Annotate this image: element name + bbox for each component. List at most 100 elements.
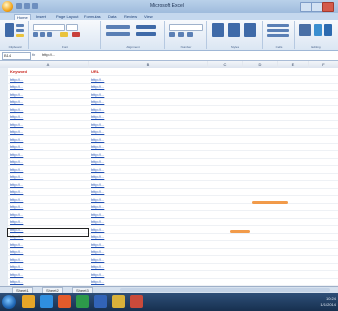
- cell-b[interactable]: http://...: [91, 203, 205, 210]
- cell-a[interactable]: http://...: [10, 136, 86, 143]
- chrome-icon[interactable]: [130, 295, 143, 308]
- ie-icon[interactable]: [40, 295, 53, 308]
- formula-input[interactable]: http://...: [42, 52, 55, 57]
- cell-b[interactable]: http://...: [91, 263, 205, 270]
- delete-cells-icon[interactable]: [267, 29, 289, 32]
- cell-b[interactable]: http://...: [91, 233, 205, 240]
- cell-a[interactable]: http://...: [10, 241, 86, 248]
- find-select-icon[interactable]: [324, 24, 332, 36]
- format-as-table-icon[interactable]: [228, 23, 240, 37]
- cell-a[interactable]: http://...: [10, 218, 86, 225]
- cell-b[interactable]: http://...: [91, 256, 205, 263]
- cell-b[interactable]: http://...: [91, 211, 205, 218]
- cell-a[interactable]: http://...: [10, 83, 86, 90]
- cell-b[interactable]: http://...: [91, 241, 205, 248]
- font-color-icon[interactable]: [72, 32, 80, 37]
- sort-filter-icon[interactable]: [314, 24, 322, 36]
- cell-b[interactable]: http://...: [91, 128, 205, 135]
- underline-icon[interactable]: [47, 32, 52, 37]
- cell-b[interactable]: http://...: [91, 196, 205, 203]
- fx-icon[interactable]: fx: [32, 52, 35, 57]
- cell-b[interactable]: http://...: [91, 121, 205, 128]
- cell-b[interactable]: http://...: [91, 188, 205, 195]
- cell-a[interactable]: http://...: [10, 151, 86, 158]
- cell-b[interactable]: http://...: [91, 218, 205, 225]
- excel-icon[interactable]: [76, 295, 89, 308]
- office-button[interactable]: [2, 1, 13, 12]
- percent-icon[interactable]: [178, 32, 184, 37]
- cell-a[interactable]: http://...: [10, 128, 86, 135]
- cell-a[interactable]: http://...: [10, 181, 86, 188]
- header-cell-a[interactable]: Keyword: [10, 68, 86, 75]
- selected-cell[interactable]: [7, 228, 89, 237]
- bold-icon[interactable]: [33, 32, 38, 37]
- cell-a[interactable]: http://...: [10, 248, 86, 255]
- spreadsheet-grid[interactable]: Keyword URL http://... http://... http://.…: [8, 68, 338, 294]
- merge-center-icon[interactable]: [136, 32, 156, 36]
- align-top-icon[interactable]: [106, 25, 130, 29]
- undo-icon[interactable]: [24, 3, 30, 9]
- italic-icon[interactable]: [40, 32, 45, 37]
- cell-a[interactable]: http://...: [10, 196, 86, 203]
- media-icon[interactable]: [58, 295, 71, 308]
- currency-icon[interactable]: [169, 32, 175, 37]
- cell-b[interactable]: http://...: [91, 271, 205, 278]
- cell-b[interactable]: http://...: [91, 143, 205, 150]
- conditional-formatting-icon[interactable]: [212, 23, 224, 37]
- horizontal-scrollbar[interactable]: [120, 288, 330, 292]
- cell-b[interactable]: http://...: [91, 83, 205, 90]
- cell-b[interactable]: http://...: [91, 76, 205, 83]
- cell-b[interactable]: http://...: [91, 113, 205, 120]
- header-cell-b[interactable]: URL: [91, 68, 205, 75]
- explorer-icon[interactable]: [22, 295, 35, 308]
- cell-b[interactable]: http://...: [91, 166, 205, 173]
- cell-b[interactable]: http://...: [91, 106, 205, 113]
- system-tray[interactable]: 10:24 1/1/2014: [320, 296, 336, 308]
- close-button[interactable]: [322, 2, 334, 12]
- cell-a[interactable]: http://...: [10, 173, 86, 180]
- cell-b[interactable]: http://...: [91, 181, 205, 188]
- folder-icon[interactable]: [112, 295, 125, 308]
- cell-a[interactable]: http://...: [10, 188, 86, 195]
- cell-a[interactable]: http://...: [10, 91, 86, 98]
- cell-a[interactable]: http://...: [10, 113, 86, 120]
- cell-a[interactable]: http://...: [10, 106, 86, 113]
- cell-b[interactable]: http://...: [91, 278, 205, 285]
- font-name-select[interactable]: [33, 24, 65, 31]
- start-orb-icon[interactable]: [2, 295, 16, 309]
- cell-a[interactable]: http://...: [10, 203, 86, 210]
- cell-a[interactable]: http://...: [10, 278, 86, 285]
- name-box[interactable]: B14: [2, 52, 31, 60]
- insert-cells-icon[interactable]: [267, 24, 289, 27]
- align-left-icon[interactable]: [106, 32, 130, 36]
- cell-b[interactable]: http://...: [91, 226, 205, 233]
- cell-a[interactable]: http://...: [10, 158, 86, 165]
- cell-a[interactable]: http://...: [10, 121, 86, 128]
- redo-icon[interactable]: [32, 3, 38, 9]
- cell-a[interactable]: http://...: [10, 256, 86, 263]
- cut-icon[interactable]: [16, 24, 24, 27]
- format-painter-icon[interactable]: [16, 34, 24, 37]
- number-format-select[interactable]: [169, 24, 203, 31]
- wrap-text-icon[interactable]: [136, 25, 156, 29]
- cell-b[interactable]: http://...: [91, 158, 205, 165]
- cell-a[interactable]: http://...: [10, 211, 86, 218]
- autosum-icon[interactable]: [299, 24, 311, 36]
- fill-color-icon[interactable]: [60, 32, 68, 37]
- cell-b[interactable]: http://...: [91, 173, 205, 180]
- word-icon[interactable]: [94, 295, 107, 308]
- cell-b[interactable]: http://...: [91, 248, 205, 255]
- cell-a[interactable]: http://...: [10, 263, 86, 270]
- save-icon[interactable]: [16, 3, 22, 9]
- format-cells-icon[interactable]: [267, 34, 289, 37]
- cell-a[interactable]: http://...: [10, 76, 86, 83]
- cell-a[interactable]: http://...: [10, 98, 86, 105]
- copy-icon[interactable]: [16, 29, 24, 32]
- cell-b[interactable]: http://...: [91, 98, 205, 105]
- cell-a[interactable]: http://...: [10, 271, 86, 278]
- paste-icon[interactable]: [5, 23, 14, 37]
- font-size-select[interactable]: [66, 24, 78, 31]
- cell-b[interactable]: http://...: [91, 91, 205, 98]
- comma-icon[interactable]: [187, 32, 193, 37]
- cell-a[interactable]: http://...: [10, 143, 86, 150]
